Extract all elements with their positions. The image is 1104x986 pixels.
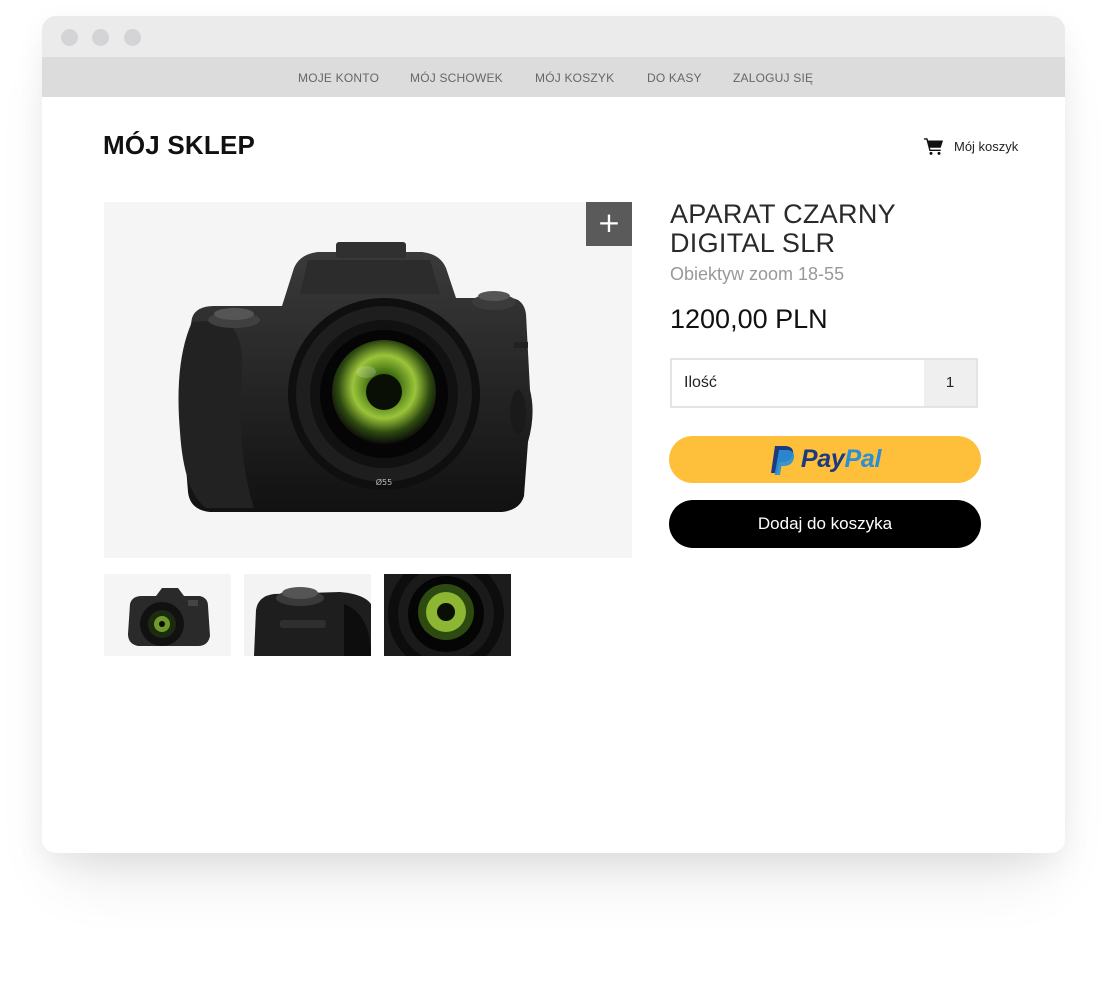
nav-item-moj-schowek[interactable]: MÓJ SCHOWEK — [410, 71, 503, 85]
camera-grip-closeup-image — [254, 587, 371, 656]
paypal-word-pal: Pal — [844, 445, 882, 473]
quantity-field[interactable]: Ilość 1 — [670, 358, 978, 408]
paypal-word-pay: Pay — [800, 445, 845, 473]
product-subtitle: Obiektyw zoom 18-55 — [670, 264, 845, 284]
black-dslr-camera-image: Ø55 — [178, 242, 533, 512]
shopping-cart-icon — [924, 138, 943, 155]
browser-window: MOJE KONTO MÓJ SCHOWEK MÓJ KOSZYK DO KAS… — [42, 16, 1065, 853]
quantity-input[interactable]: 1 — [924, 360, 976, 406]
nav-item-zaloguj-sie[interactable]: ZALOGUJ SIĘ — [733, 71, 813, 85]
window-maximize-dot[interactable] — [124, 29, 141, 46]
cart-link-label: Mój koszyk — [954, 138, 1019, 154]
camera-lens-closeup-image — [388, 574, 504, 656]
add-to-cart-button[interactable]: Dodaj do koszyka — [669, 500, 981, 548]
window-minimize-dot[interactable] — [92, 29, 109, 46]
plus-icon: + — [597, 206, 621, 239]
paypal-logo-icon — [770, 445, 795, 475]
shop-title[interactable]: MÓJ SKLEP — [103, 130, 255, 161]
nav-item-moje-konto[interactable]: MOJE KONTO — [298, 71, 379, 85]
compact-camera-image — [128, 588, 210, 646]
paypal-button[interactable]: PayPal — [669, 436, 981, 483]
window-close-dot[interactable] — [61, 29, 78, 46]
cart-link[interactable]: Mój koszyk — [924, 137, 1018, 155]
thumbnail-2[interactable] — [244, 574, 371, 656]
product-title: APARAT CZARNY DIGITAL SLR — [670, 199, 896, 258]
thumbnail-1[interactable] — [104, 574, 231, 656]
product-price: 1200,00 PLN — [670, 304, 828, 334]
window-titlebar — [42, 16, 1065, 57]
nav-item-moj-koszyk[interactable]: MÓJ KOSZYK — [535, 71, 614, 85]
paypal-wordmark: PayPal — [800, 445, 882, 474]
top-navigation: MOJE KONTO MÓJ SCHOWEK MÓJ KOSZYK DO KAS… — [42, 57, 1065, 97]
svg-text:Ø55: Ø55 — [376, 477, 392, 487]
quantity-label: Ilość — [684, 374, 717, 391]
product-main-image[interactable]: Ø55 — [104, 202, 632, 558]
nav-item-do-kasy[interactable]: DO KASY — [647, 71, 702, 85]
zoom-button[interactable]: + — [586, 202, 632, 246]
thumbnail-3[interactable] — [384, 574, 511, 656]
